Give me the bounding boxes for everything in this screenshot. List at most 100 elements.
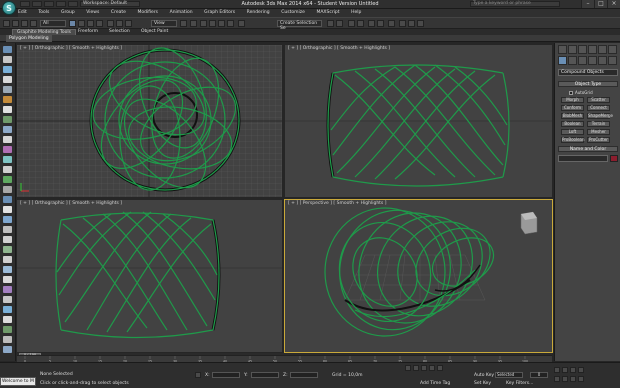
name-and-color-rollout[interactable]: Name and Color — [558, 146, 618, 152]
quick-access-open-icon[interactable] — [32, 1, 42, 7]
tool-icon-3[interactable] — [3, 66, 12, 73]
menu-rendering[interactable]: Rendering — [247, 9, 270, 17]
tool-icon-24[interactable] — [3, 276, 12, 283]
boolean-button[interactable]: Boolean — [561, 121, 584, 127]
menu-customize[interactable]: Customize — [281, 9, 305, 17]
viewport-top-label[interactable]: [ + ] [ Orthographic ] [ Smooth + Highli… — [20, 46, 122, 51]
scale-icon[interactable] — [125, 20, 132, 27]
lock-selection-icon[interactable] — [195, 372, 201, 378]
tool-icon-21[interactable] — [3, 246, 12, 253]
maximize-button[interactable]: □ — [594, 0, 607, 8]
display-tab-icon[interactable] — [598, 45, 607, 54]
material-editor-icon[interactable] — [388, 20, 395, 27]
next-frame-icon[interactable] — [429, 365, 435, 371]
tool-icon-9[interactable] — [3, 126, 12, 133]
search-input[interactable]: Type a keyword or phrase — [470, 1, 560, 7]
geometry-icon[interactable] — [558, 56, 567, 65]
menu-animation[interactable]: Animation — [170, 9, 193, 17]
blobmesh-button[interactable]: BlobMesh — [561, 113, 584, 119]
quick-access-new-icon[interactable] — [20, 1, 30, 7]
percent-snap-icon[interactable] — [218, 20, 225, 27]
mesher-button[interactable]: Mesher — [587, 129, 610, 135]
tool-icon-11[interactable] — [3, 146, 12, 153]
angle-snap-icon[interactable] — [209, 20, 216, 27]
minimize-button[interactable]: – — [581, 0, 594, 8]
tool-icon-6[interactable] — [3, 96, 12, 103]
menu-graph-editors[interactable]: Graph Editors — [204, 9, 235, 17]
viewport-front[interactable]: [ + ] [ Orthographic ] [ Smooth + Highli… — [285, 45, 552, 197]
auto-key-button[interactable]: Auto Key — [474, 373, 494, 378]
redo-toolbar-icon[interactable] — [12, 20, 19, 27]
mirror-icon[interactable] — [327, 20, 334, 27]
redo-icon[interactable] — [68, 1, 78, 7]
align-icon[interactable] — [336, 20, 343, 27]
move-icon[interactable] — [107, 20, 114, 27]
morph-button[interactable]: Morph — [561, 97, 584, 103]
motion-tab-icon[interactable] — [588, 45, 597, 54]
layer-manager-icon[interactable] — [348, 20, 355, 27]
tool-icon-16[interactable] — [3, 196, 12, 203]
tool-icon-7[interactable] — [3, 106, 12, 113]
workspace-dropdown[interactable]: Workspace: Default — [80, 1, 140, 7]
tool-icon-30[interactable] — [3, 336, 12, 343]
maxscript-listener[interactable]: Welcome to M — [0, 377, 36, 386]
quick-access-save-icon[interactable] — [44, 1, 54, 7]
link-icon[interactable] — [21, 20, 28, 27]
tool-icon-12[interactable] — [3, 156, 12, 163]
menu-create[interactable]: Create — [111, 9, 126, 17]
tool-icon-23[interactable] — [3, 266, 12, 273]
edit-named-selection-icon[interactable] — [238, 20, 245, 27]
tool-icon-5[interactable] — [3, 86, 12, 93]
tool-icon-28[interactable] — [3, 316, 12, 323]
render-setup-icon[interactable] — [399, 20, 406, 27]
render-production-icon[interactable] — [417, 20, 424, 27]
viewcube-icon[interactable] — [520, 211, 538, 235]
app-logo-icon[interactable]: S — [2, 1, 16, 15]
tool-icon-19[interactable] — [3, 226, 12, 233]
lights-icon[interactable] — [578, 56, 587, 65]
autogrid-checkbox[interactable]: AutoGrid — [569, 90, 593, 95]
tool-icon-22[interactable] — [3, 256, 12, 263]
connect-button[interactable]: Connect — [587, 105, 610, 111]
current-frame-field[interactable]: 0 — [530, 372, 548, 378]
menu-edit[interactable]: Edit — [18, 9, 27, 17]
window-crossing-icon[interactable] — [96, 20, 103, 27]
tool-icon-14[interactable] — [3, 176, 12, 183]
set-key-button[interactable]: Set Key — [474, 381, 491, 386]
create-tab-icon[interactable] — [558, 45, 567, 54]
viewport-left-label[interactable]: [ + ] [ Orthographic ] [ Smooth + Highli… — [20, 201, 122, 206]
close-button[interactable]: × — [607, 0, 620, 8]
scatter-button[interactable]: Scatter — [587, 97, 610, 103]
z-coordinate-field[interactable] — [290, 372, 318, 378]
tool-icon-1[interactable] — [3, 46, 12, 53]
tool-icon-10[interactable] — [3, 136, 12, 143]
snap-toggle-icon[interactable] — [200, 20, 207, 27]
key-mode-dropdown[interactable]: Selected — [495, 372, 523, 378]
tool-icon-31[interactable] — [3, 346, 12, 353]
menu-views[interactable]: Views — [86, 9, 99, 17]
cameras-icon[interactable] — [588, 56, 597, 65]
helpers-icon[interactable] — [598, 56, 607, 65]
undo-toolbar-icon[interactable] — [3, 20, 10, 27]
object-type-rollout[interactable]: Object Type — [558, 81, 618, 87]
viewport-left[interactable]: [ + ] [ Orthographic ] [ Smooth + Highli… — [17, 200, 282, 352]
tool-icon-8[interactable] — [3, 116, 12, 123]
procutter-button[interactable]: ProCutter — [587, 137, 610, 143]
polygon-modeling-panel-button[interactable]: Polygon Modeling — [6, 35, 52, 42]
shapemerge-button[interactable]: ShapeMerge — [587, 113, 613, 119]
graphite-toggle-icon[interactable] — [357, 20, 364, 27]
selection-filter-dropdown[interactable]: All — [40, 20, 66, 27]
region-select-icon[interactable] — [87, 20, 94, 27]
tool-icon-25[interactable] — [3, 286, 12, 293]
proboolean-button[interactable]: ProBoolean — [561, 137, 585, 143]
add-time-tag[interactable]: Add Time Tag — [420, 381, 450, 386]
shapes-icon[interactable] — [568, 56, 577, 65]
loft-button[interactable]: Loft — [561, 129, 584, 135]
rotate-icon[interactable] — [116, 20, 123, 27]
zoom-icon[interactable] — [554, 367, 560, 373]
curve-editor-icon[interactable] — [368, 20, 375, 27]
object-color-swatch[interactable] — [610, 155, 618, 162]
y-coordinate-field[interactable] — [251, 372, 279, 378]
menu-help[interactable]: Help — [351, 9, 361, 17]
key-filters-button[interactable]: Key Filters... — [506, 381, 533, 386]
